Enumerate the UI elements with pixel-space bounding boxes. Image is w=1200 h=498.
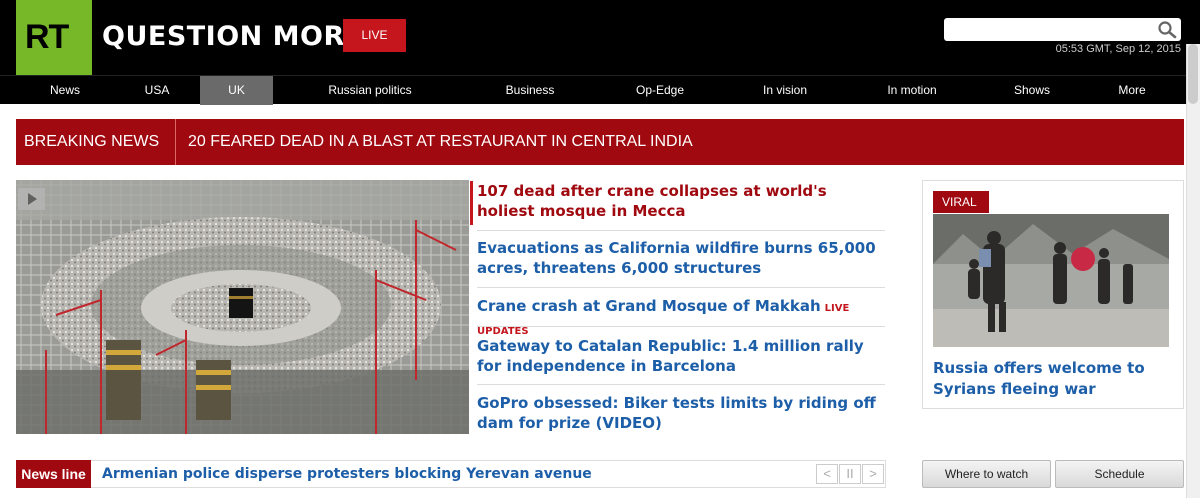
nav-item-business[interactable]: Business	[480, 76, 580, 105]
headline-link[interactable]: GoPro obsessed: Biker tests limits by ri…	[477, 393, 885, 433]
logo-text: RT	[25, 18, 69, 56]
headline-text[interactable]: Crane crash at Grand Mosque of Makkah	[477, 297, 821, 315]
headline-divider	[477, 384, 885, 385]
refugees-photo	[933, 214, 1169, 347]
viral-headline[interactable]: Russia offers welcome to Syrians fleeing…	[933, 358, 1173, 400]
schedule-button[interactable]: Schedule	[1055, 460, 1184, 488]
prev-arrow-icon[interactable]: <	[816, 464, 838, 484]
nav-item-in-vision[interactable]: In vision	[735, 76, 835, 105]
breaking-news-text[interactable]: 20 FEARED DEAD IN A BLAST AT RESTAURANT …	[188, 119, 693, 165]
live-button[interactable]: LIVE	[343, 19, 406, 52]
main-story-image[interactable]	[16, 180, 469, 434]
scrollbar-thumb[interactable]	[1188, 44, 1198, 104]
news-line-label: News line	[16, 460, 91, 488]
news-line-text[interactable]: Armenian police disperse protesters bloc…	[102, 460, 592, 488]
nav-item-more[interactable]: More	[1092, 76, 1172, 105]
headline-link[interactable]: 107 dead after crane collapses at world'…	[477, 181, 885, 221]
nav-item-shows[interactable]: Shows	[982, 76, 1082, 105]
pause-icon[interactable]: II	[839, 464, 861, 484]
search-input[interactable]	[944, 18, 1181, 41]
viral-tag: VIRAL	[933, 191, 989, 213]
headline-divider	[477, 230, 885, 231]
play-icon[interactable]	[18, 188, 45, 210]
headline-divider	[477, 326, 885, 327]
headline-divider	[477, 287, 885, 288]
search-icon[interactable]	[1157, 20, 1177, 39]
main-nav: News USA UK Russian politics Business Op…	[0, 75, 1200, 105]
nav-item-russian-politics[interactable]: Russian politics	[300, 76, 440, 105]
breaking-news-label: BREAKING NEWS	[16, 119, 176, 165]
active-headline-marker	[470, 181, 473, 225]
current-datetime: 05:53 GMT, Sep 12, 2015	[1055, 43, 1181, 55]
rt-logo[interactable]: RT	[16, 0, 92, 75]
nav-item-op-edge[interactable]: Op-Edge	[610, 76, 710, 105]
nav-item-uk[interactable]: UK	[200, 76, 273, 105]
mecca-aerial-image	[16, 180, 469, 434]
headline-link[interactable]: Evacuations as California wildfire burns…	[477, 238, 885, 278]
scrollbar-track[interactable]	[1186, 44, 1200, 498]
viral-image[interactable]	[933, 214, 1169, 347]
nav-item-in-motion[interactable]: In motion	[862, 76, 962, 105]
nav-item-news[interactable]: News	[30, 76, 100, 105]
slogan: QUESTION MORE	[102, 21, 364, 52]
headline-link[interactable]: Gateway to Catalan Republic: 1.4 million…	[477, 336, 885, 376]
nav-item-usa[interactable]: USA	[122, 76, 192, 105]
breaking-news-banner[interactable]: BREAKING NEWS 20 FEARED DEAD IN A BLAST …	[16, 119, 1184, 165]
next-arrow-icon[interactable]: >	[862, 464, 884, 484]
where-to-watch-button[interactable]: Where to watch	[922, 460, 1051, 488]
